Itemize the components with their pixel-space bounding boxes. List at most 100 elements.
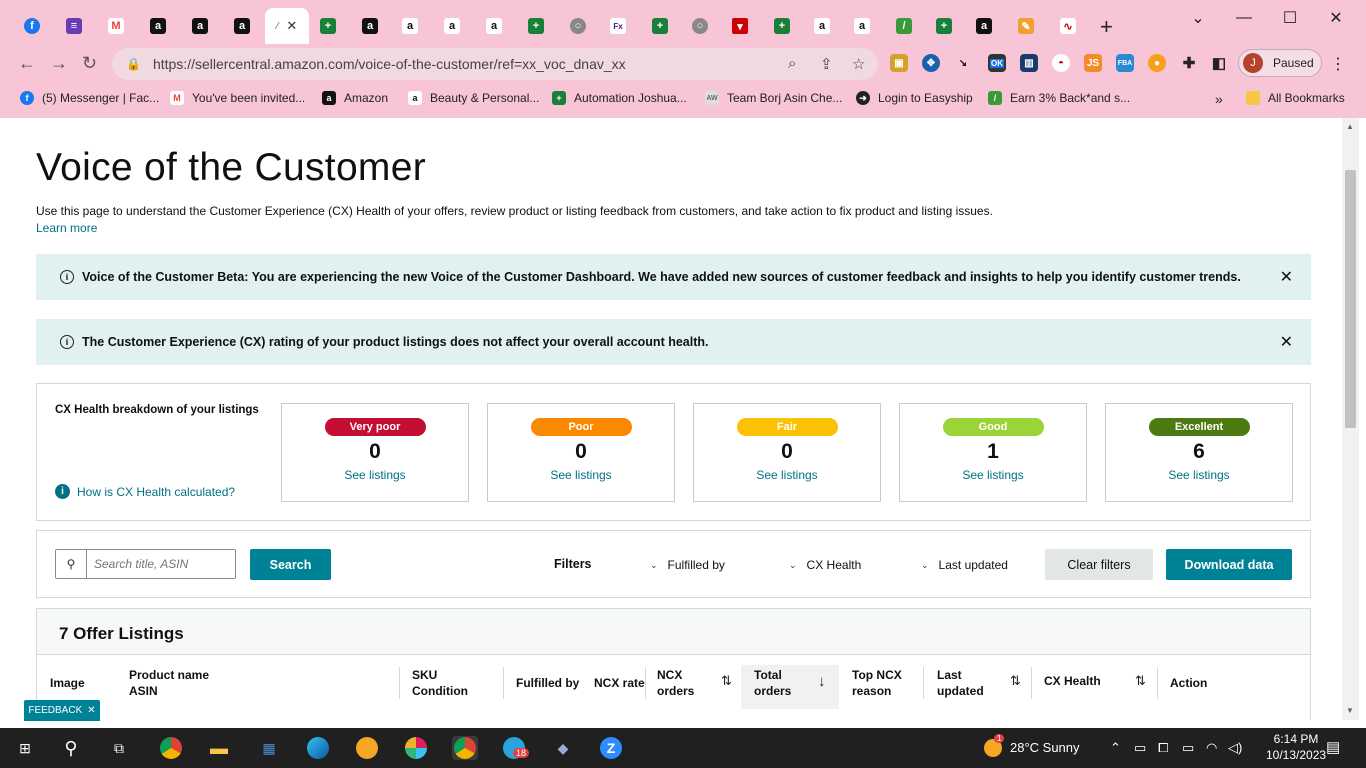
- extension-fba-icon[interactable]: FBA: [1116, 54, 1134, 72]
- brave-icon[interactable]: [354, 736, 380, 760]
- all-bookmarks-button[interactable]: All Bookmarks: [1246, 91, 1345, 105]
- see-listings-link[interactable]: See listings: [282, 468, 468, 482]
- feedback-button[interactable]: FEEDBACK ✕: [24, 700, 100, 721]
- search-input[interactable]: [87, 550, 232, 578]
- windows-start-icon[interactable]: ⊞: [12, 736, 38, 760]
- extension-arrow-icon[interactable]: ↘: [954, 54, 972, 72]
- search-icon[interactable]: ⚲: [58, 736, 84, 760]
- tab-amazon-smile-2[interactable]: a: [432, 8, 472, 44]
- cx-health-dropdown[interactable]: ⌄ CX Health: [789, 558, 861, 572]
- extension-circle-icon[interactable]: ●: [1148, 54, 1166, 72]
- tab-close-icon[interactable]: ✕: [286, 18, 297, 34]
- tab-sheets-2[interactable]: +: [516, 8, 556, 44]
- wifi-icon[interactable]: ◠: [1206, 740, 1217, 756]
- bookmark-easyship[interactable]: ➜ Login to Easyship: [856, 91, 973, 105]
- slack-icon[interactable]: [403, 736, 429, 760]
- tab-pen[interactable]: ✎: [1006, 8, 1046, 44]
- page-scrollbar[interactable]: ▲ ▼: [1342, 118, 1359, 720]
- extension-helm-icon[interactable]: ✥: [922, 54, 940, 72]
- more-bookmarks-button[interactable]: »: [1215, 91, 1223, 107]
- browser-menu-icon[interactable]: ⋮: [1330, 54, 1346, 74]
- edge-icon[interactable]: [305, 736, 331, 760]
- tab-amazon-smile-5[interactable]: a: [842, 8, 882, 44]
- sort-icon[interactable]: ⇅: [1010, 673, 1021, 689]
- sort-icon[interactable]: ⇅: [1135, 673, 1146, 689]
- bookmark-team-borj[interactable]: AW Team Borj Asin Che...: [705, 91, 842, 105]
- bookmark-cashback[interactable]: / Earn 3% Back*and s...: [988, 91, 1130, 105]
- col-ncx-orders[interactable]: NCX orders: [657, 667, 694, 699]
- extension-chart-icon[interactable]: ▥: [1020, 54, 1038, 72]
- tab-facebook[interactable]: f: [12, 8, 52, 44]
- col-ncx-rate[interactable]: NCX rate: [594, 675, 645, 691]
- weather-text[interactable]: 28°C Sunny: [1010, 740, 1080, 755]
- close-window-button[interactable]: ✕: [1316, 6, 1356, 30]
- tab-globe-1[interactable]: ○: [558, 8, 598, 44]
- volume-icon[interactable]: ◁): [1228, 740, 1242, 756]
- bookmark-automation[interactable]: + Automation Joshua...: [552, 91, 687, 105]
- file-explorer-icon[interactable]: ▬: [206, 736, 232, 760]
- tab-forms[interactable]: ≡: [54, 8, 94, 44]
- sort-descending-icon[interactable]: ↓: [818, 673, 826, 690]
- show-hidden-icons-icon[interactable]: ⌃: [1110, 740, 1121, 756]
- see-listings-link[interactable]: See listings: [488, 468, 674, 482]
- see-listings-link[interactable]: See listings: [1106, 468, 1292, 482]
- tab-amazon-3[interactable]: a: [222, 8, 262, 44]
- tab-shield[interactable]: ▾: [720, 8, 760, 44]
- col-sku[interactable]: SKU Condition: [412, 667, 468, 699]
- scroll-up-icon[interactable]: ▲: [1346, 122, 1354, 131]
- col-cx-health[interactable]: CX Health: [1044, 673, 1101, 689]
- col-fulfilled-by[interactable]: Fulfilled by: [516, 675, 579, 691]
- maximize-button[interactable]: ☐: [1270, 6, 1310, 30]
- new-tab-button[interactable]: +: [1100, 14, 1113, 40]
- last-updated-dropdown[interactable]: ⌄ Last updated: [921, 558, 1008, 572]
- notifications-icon[interactable]: ▤: [1326, 738, 1340, 756]
- chrome-active-icon[interactable]: [452, 736, 478, 760]
- tab-fedex[interactable]: Fx: [598, 8, 638, 44]
- address-bar[interactable]: 🔒 https://sellercentral.amazon.com/voice…: [112, 48, 878, 80]
- tab-active-voice-of-customer[interactable]: ⁄ ✕: [265, 8, 309, 44]
- bookmark-messenger[interactable]: f (5) Messenger | Fac...: [20, 91, 159, 105]
- zoom-app-icon[interactable]: Z: [598, 736, 624, 760]
- tab-sheets-4[interactable]: +: [762, 8, 802, 44]
- bookmark-beauty[interactable]: a Beauty & Personal...: [408, 91, 539, 105]
- zoom-icon[interactable]: ⌕: [788, 55, 796, 72]
- tab-amazon-4[interactable]: a: [350, 8, 390, 44]
- sort-icon[interactable]: ⇅: [721, 673, 732, 689]
- bookmark-gmail[interactable]: M You've been invited...: [170, 91, 305, 105]
- extension-js-icon[interactable]: JS: [1084, 54, 1102, 72]
- telegram-icon[interactable]: 18: [501, 736, 530, 760]
- minimize-button[interactable]: —: [1224, 6, 1264, 30]
- tab-sheets-5[interactable]: +: [924, 8, 964, 44]
- extension-jar-icon[interactable]: ▣: [890, 54, 908, 72]
- tab-sheets-3[interactable]: +: [640, 8, 680, 44]
- forward-icon[interactable]: →: [50, 53, 68, 74]
- notes-app-icon[interactable]: ◆: [550, 736, 576, 760]
- col-last-updated[interactable]: Last updated: [937, 667, 984, 699]
- weather-icon[interactable]: 1: [980, 734, 1006, 760]
- download-data-button[interactable]: Download data: [1166, 549, 1292, 580]
- see-listings-link[interactable]: See listings: [694, 468, 880, 482]
- task-view-icon[interactable]: ⧉: [106, 736, 132, 760]
- clear-filters-button[interactable]: Clear filters: [1045, 549, 1153, 580]
- meet-now-icon[interactable]: ▭: [1134, 740, 1146, 756]
- share-icon[interactable]: ⇪: [820, 55, 833, 73]
- close-icon[interactable]: ✕: [87, 705, 95, 716]
- fulfilled-by-dropdown[interactable]: ⌄ Fulfilled by: [650, 558, 725, 572]
- tab-globe-2[interactable]: ○: [680, 8, 720, 44]
- see-listings-link[interactable]: See listings: [900, 468, 1086, 482]
- tab-amazon-smile-4[interactable]: a: [802, 8, 842, 44]
- scrollbar-thumb[interactable]: [1345, 170, 1356, 428]
- bookmark-star-icon[interactable]: ☆: [852, 55, 865, 73]
- tab-amazon-1[interactable]: a: [138, 8, 178, 44]
- tab-cashback[interactable]: /: [884, 8, 924, 44]
- tab-search-icon[interactable]: ⌄: [1178, 6, 1218, 30]
- tab-sheets-1[interactable]: +: [308, 8, 348, 44]
- extension-pokeball-icon[interactable]: ◓: [1052, 54, 1070, 72]
- tab-amazon-smile-3[interactable]: a: [474, 8, 514, 44]
- col-top-ncx-reason[interactable]: Top NCX reason: [852, 667, 902, 699]
- cx-health-how-link[interactable]: i How is CX Health calculated?: [55, 484, 235, 499]
- tab-amazon-5[interactable]: a: [964, 8, 1004, 44]
- extensions-puzzle-icon[interactable]: ✚: [1180, 54, 1198, 72]
- back-icon[interactable]: ←: [18, 53, 36, 74]
- extension-ok-icon[interactable]: OK: [988, 54, 1006, 72]
